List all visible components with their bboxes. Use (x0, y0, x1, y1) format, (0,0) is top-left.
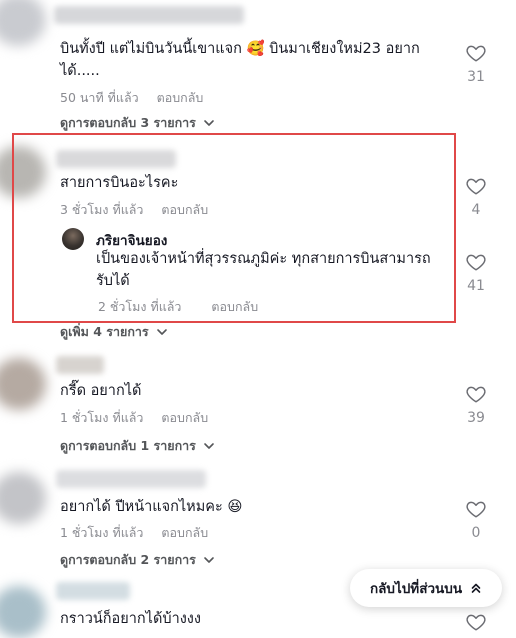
view-more-link[interactable]: ดูเพิ่ม 4 รายการ (60, 322, 169, 342)
chevron-down-icon (204, 120, 214, 126)
heart-icon (466, 386, 486, 403)
avatar[interactable] (0, 0, 46, 46)
view-replies-link[interactable]: ดูการตอบกลับ 3 รายการ (60, 113, 216, 133)
like-button[interactable]: 31 (456, 42, 496, 85)
comment-meta: 1 ชั่วโมง ที่แล้ว ตอบกลับ (60, 408, 208, 428)
like-count: 31 (467, 69, 485, 85)
heart-icon (466, 178, 486, 195)
view-replies-link[interactable]: ดูการตอบกลับ 2 รายการ (60, 550, 216, 570)
like-button[interactable] (456, 611, 496, 633)
username-blurred[interactable] (54, 6, 244, 24)
chevron-down-icon (204, 557, 214, 563)
avatar[interactable] (0, 472, 46, 524)
heart-icon (466, 614, 486, 631)
like-count: 39 (467, 410, 485, 426)
comment-text: กราวน์ก็อยากได้บ้างงง (60, 611, 201, 627)
like-button[interactable]: 39 (456, 383, 496, 426)
chevron-down-icon (156, 329, 167, 335)
username-blurred[interactable] (56, 470, 206, 488)
like-button[interactable]: 0 (456, 498, 496, 541)
heart-icon (466, 501, 486, 518)
comment-time: 50 นาที ที่แล้ว (60, 90, 139, 105)
like-count: 41 (467, 278, 485, 294)
like-button[interactable]: 41 (456, 251, 496, 294)
username-blurred[interactable] (56, 356, 104, 374)
like-count: 4 (471, 202, 481, 218)
view-replies-label: ดูการตอบกลับ 2 รายการ (60, 552, 196, 567)
like-button[interactable]: 4 (456, 175, 496, 218)
comment-time: 1 ชั่วโมง ที่แล้ว (60, 525, 144, 540)
comment-text: อยากได้ ปีหน้าแจกไหมคะ 😆 (60, 499, 243, 515)
double-chevron-up-icon (471, 583, 481, 593)
reply-link[interactable]: ตอบกลับ (161, 410, 208, 425)
reply-link[interactable]: ตอบกลับ (161, 525, 208, 540)
comment-text-cont: ได้..... (60, 63, 100, 79)
view-replies-label: ดูการตอบกลับ 3 รายการ (60, 115, 196, 130)
avatar[interactable] (0, 586, 46, 638)
comment-meta: 1 ชั่วโมง ที่แล้ว ตอบกลับ (60, 523, 208, 543)
comment-time: 1 ชั่วโมง ที่แล้ว (60, 410, 144, 425)
comment-text: กรี๊ด อยากได้ (60, 383, 142, 399)
username-blurred[interactable] (56, 582, 130, 600)
heart-icon (466, 45, 486, 62)
comment-meta: 50 นาที ที่แล้ว ตอบกลับ (60, 88, 203, 108)
back-to-top-button[interactable]: กลับไปที่ส่วนบน (350, 569, 502, 607)
view-more-label: ดูเพิ่ม 4 รายการ (60, 324, 149, 339)
avatar[interactable] (0, 358, 46, 410)
reply-link[interactable]: ตอบกลับ (157, 90, 204, 105)
view-replies-label: ดูการตอบกลับ 1 รายการ (60, 438, 196, 453)
comment-text: บินทั้งปี แต่ไม่บินวันนี้เขาแจก 🥰 บินมาเ… (60, 41, 420, 57)
heart-icon (466, 254, 486, 271)
back-to-top-label: กลับไปที่ส่วนบน (369, 581, 463, 597)
highlight-box (12, 133, 456, 323)
view-replies-link[interactable]: ดูการตอบกลับ 1 รายการ (60, 436, 216, 456)
like-count: 0 (471, 525, 481, 541)
chevron-down-icon (204, 443, 214, 449)
